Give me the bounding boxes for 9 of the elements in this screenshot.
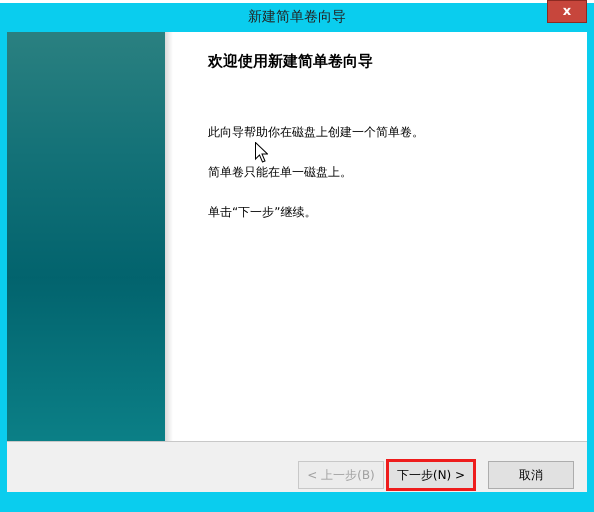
instruction-text: 单击“下一步”继续。: [208, 204, 318, 220]
page-heading: 欢迎使用新建简单卷向导: [208, 51, 374, 72]
cancel-button[interactable]: 取消: [488, 461, 574, 489]
next-button[interactable]: 下一步(N) >: [388, 461, 474, 489]
window-title: 新建简单卷向导: [248, 8, 346, 27]
close-button[interactable]: x: [547, 0, 587, 23]
mouse-cursor-icon: [255, 142, 268, 163]
instruction-text: 简单卷只能在单一磁盘上。: [208, 164, 353, 180]
instruction-text: 此向导帮助你在磁盘上创建一个简单卷。: [208, 124, 425, 140]
